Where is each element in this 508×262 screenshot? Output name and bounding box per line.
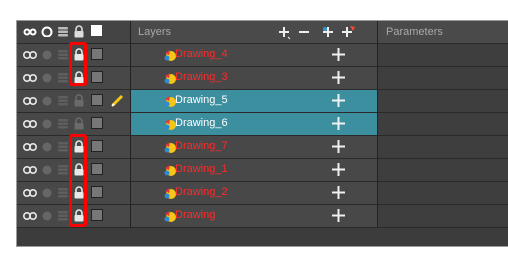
show-layer-icon[interactable]	[23, 140, 37, 152]
layer-name-cell[interactable]: Drawing_4	[131, 44, 378, 67]
add-layer-parameter-icon[interactable]	[332, 71, 345, 84]
layer-colour-swatch[interactable]	[91, 117, 103, 129]
lock-layer-icon[interactable]	[73, 94, 85, 107]
layer-name-cell[interactable]: Drawing_6	[131, 113, 378, 136]
layer-colour-swatch[interactable]	[91, 71, 103, 83]
layer-parameters-cell	[378, 67, 508, 90]
show-layer-icon[interactable]	[23, 48, 37, 60]
add-layer-parameter-icon[interactable]	[332, 186, 345, 199]
layer-colour-swatch[interactable]	[91, 209, 103, 221]
layer-name-cell[interactable]: Drawing_1	[131, 159, 378, 182]
add-layer-parameter-icon[interactable]	[332, 117, 345, 130]
layer-name[interactable]: Drawing_3	[175, 71, 228, 83]
solo-layer-icon[interactable]	[41, 140, 53, 152]
layer-row[interactable]: Drawing_7	[17, 136, 508, 159]
lock-highlight-top	[69, 42, 87, 86]
layer-name[interactable]: Drawing_4	[175, 48, 228, 60]
solo-layer-icon[interactable]	[41, 71, 53, 83]
add-layer-parameter-icon[interactable]	[332, 163, 345, 176]
layer-parameters-cell	[378, 205, 508, 228]
layer-toggles	[17, 113, 131, 136]
layer-row[interactable]: Drawing	[17, 205, 508, 228]
show-layer-icon[interactable]	[23, 117, 37, 129]
show-layer-icon[interactable]	[23, 163, 37, 175]
layers-panel: Layers Parameters Drawing_4 Drawing_3 Dr…	[16, 20, 508, 247]
layer-row[interactable]: Drawing_1	[17, 159, 508, 182]
layer-colour-swatch[interactable]	[91, 186, 103, 198]
show-layer-icon[interactable]	[23, 71, 37, 83]
lightbox-layer-icon[interactable]	[57, 48, 69, 60]
layer-parameters-cell	[378, 44, 508, 67]
layers-header: Layers Parameters	[17, 21, 508, 44]
layer-name[interactable]: Drawing_7	[175, 140, 228, 152]
header-parameters: Parameters	[378, 21, 508, 44]
show-layer-icon[interactable]	[23, 186, 37, 198]
lightbox-icon[interactable]	[57, 25, 69, 37]
pencil-icon	[111, 94, 124, 107]
layer-name[interactable]: Drawing_2	[175, 186, 228, 198]
layer-colour-swatch[interactable]	[91, 94, 103, 106]
layer-parameters-cell	[378, 159, 508, 182]
layer-row[interactable]: Drawing_2	[17, 182, 508, 205]
layer-parameters-cell	[378, 113, 508, 136]
layer-name[interactable]: Drawing_6	[175, 117, 228, 129]
layer-row[interactable]: Drawing_4	[17, 44, 508, 67]
solo-layer-icon[interactable]	[41, 163, 53, 175]
layer-name[interactable]: Drawing	[175, 209, 215, 221]
add-peg-icon[interactable]	[321, 25, 335, 39]
lightbox-layer-icon[interactable]	[57, 94, 69, 106]
layer-parameters-cell	[378, 136, 508, 159]
solo-layer-icon[interactable]	[41, 94, 53, 106]
layer-row[interactable]: Drawing_5	[17, 90, 508, 113]
show-layer-icon[interactable]	[23, 209, 37, 221]
solo-layer-icon[interactable]	[41, 48, 53, 60]
solo-layer-icon[interactable]	[41, 209, 53, 221]
lightbox-layer-icon[interactable]	[57, 117, 69, 129]
lock-highlight-bottom	[69, 134, 87, 227]
lightbox-layer-icon[interactable]	[57, 209, 69, 221]
layer-name[interactable]: Drawing_1	[175, 163, 228, 175]
layer-colour-swatch[interactable]	[91, 140, 103, 152]
lightbox-layer-icon[interactable]	[57, 140, 69, 152]
parameters-title: Parameters	[386, 26, 443, 38]
header-toggles	[17, 21, 131, 44]
add-layer-parameter-icon[interactable]	[332, 140, 345, 153]
add-layer-icon[interactable]	[278, 26, 292, 40]
layer-name-cell[interactable]: Drawing_5	[131, 90, 378, 113]
layers-title: Layers	[138, 26, 172, 38]
layer-name-cell[interactable]: Drawing_7	[131, 136, 378, 159]
solo-layer-icon[interactable]	[41, 186, 53, 198]
add-drawing-icon[interactable]	[341, 24, 356, 39]
solo-icon[interactable]	[41, 25, 53, 37]
layer-colour-swatch[interactable]	[91, 163, 103, 175]
lightbox-layer-icon[interactable]	[57, 163, 69, 175]
layer-toggles	[17, 90, 131, 113]
layer-parameters-cell	[378, 90, 508, 113]
layer-row[interactable]: Drawing_3	[17, 67, 508, 90]
lightbox-layer-icon[interactable]	[57, 186, 69, 198]
layer-row[interactable]: Drawing_6	[17, 113, 508, 136]
layer-name[interactable]: Drawing_5	[175, 94, 228, 106]
add-layer-parameter-icon[interactable]	[332, 48, 345, 61]
layer-name-cell[interactable]: Drawing_3	[131, 67, 378, 90]
colour-swatch-icon[interactable]	[91, 25, 102, 36]
layer-parameters-cell	[378, 182, 508, 205]
layer-colour-swatch[interactable]	[91, 48, 103, 60]
delete-layer-icon[interactable]	[298, 26, 310, 38]
lock-all-icon[interactable]	[73, 25, 85, 38]
layer-name-cell[interactable]: Drawing	[131, 205, 378, 228]
add-layer-parameter-icon[interactable]	[332, 94, 345, 107]
layer-name-cell[interactable]: Drawing_2	[131, 182, 378, 205]
show-layer-icon[interactable]	[23, 94, 37, 106]
header-layers: Layers	[131, 21, 378, 44]
lightbox-layer-icon[interactable]	[57, 71, 69, 83]
lock-layer-icon[interactable]	[73, 117, 85, 130]
solo-layer-icon[interactable]	[41, 117, 53, 129]
add-layer-parameter-icon[interactable]	[332, 209, 345, 222]
show-all-icon[interactable]	[23, 25, 37, 37]
